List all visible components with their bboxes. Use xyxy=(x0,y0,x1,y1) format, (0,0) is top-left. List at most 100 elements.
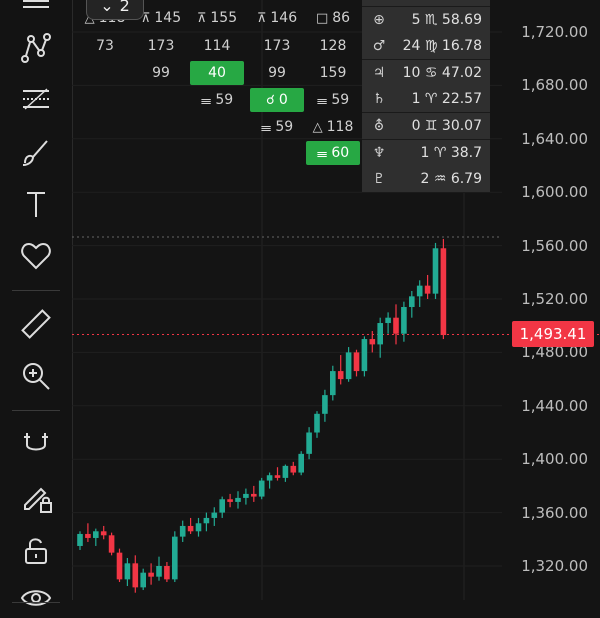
candle-up xyxy=(172,536,178,580)
candle-up xyxy=(409,296,415,308)
aspect-cell: 𝍢 59 xyxy=(250,115,304,139)
candle-up xyxy=(330,371,336,396)
planet-position: 1 ♈ 22.57 xyxy=(411,91,482,108)
indicator-count: 2 xyxy=(119,0,130,15)
aspect-value: 59 xyxy=(215,92,234,108)
candle-up xyxy=(93,531,99,538)
aspect-cell: 99 xyxy=(134,61,188,85)
candle-down xyxy=(353,352,360,372)
aspect-value: 60 xyxy=(331,145,350,161)
candle-up xyxy=(322,395,328,414)
candle-up xyxy=(314,413,320,433)
aspect-value: 99 xyxy=(152,65,170,81)
planet-symbol: ♀ xyxy=(362,0,396,1)
price-axis-label: 1,320.00 xyxy=(521,557,588,575)
candle-down xyxy=(187,525,194,532)
candle-down xyxy=(108,535,115,553)
text-tool-button[interactable] xyxy=(14,184,58,224)
aspect-glyph: ⊼ xyxy=(196,11,207,26)
indicator-toggle-badge[interactable]: ⌄ 2 xyxy=(86,0,144,20)
zoom-in-icon xyxy=(23,363,50,390)
ruler-tool-button[interactable] xyxy=(14,304,58,344)
candle-down xyxy=(440,248,447,336)
planet-position: 5 ♏ 58.69 xyxy=(411,11,482,28)
planet-position: 1 ♈ 38.7 xyxy=(420,144,482,161)
aspect-value: 118 xyxy=(326,119,354,135)
candle-up xyxy=(298,453,304,473)
candle-down xyxy=(424,285,431,294)
candle-down xyxy=(100,531,107,536)
planet-symbol: ⊕ xyxy=(373,11,385,28)
planet-symbol: ♃ xyxy=(372,64,386,81)
pattern-tool-button[interactable] xyxy=(14,28,58,68)
aspect-value: 114 xyxy=(203,38,231,54)
aspect-cell: △118 xyxy=(306,115,360,139)
drawing-toolbar xyxy=(0,0,73,606)
candle-down xyxy=(274,475,281,478)
aspect-value: 146 xyxy=(270,10,298,26)
aspect-value: 128 xyxy=(319,38,347,54)
aspect-value: 0 xyxy=(278,92,288,108)
aspect-value: 155 xyxy=(210,10,238,26)
candle-up xyxy=(140,572,146,588)
lock-drawing-tool-button[interactable] xyxy=(14,478,58,518)
trend-lines-icon xyxy=(23,0,49,8)
candle-up xyxy=(385,317,391,324)
candle-up xyxy=(235,497,241,502)
candle-up xyxy=(156,566,162,577)
brush-tool-button[interactable] xyxy=(14,132,58,172)
candle-up xyxy=(361,339,368,372)
aspect-cell: ☌ 0 xyxy=(250,88,304,112)
candle-up xyxy=(179,525,186,537)
unlock-icon xyxy=(25,538,47,564)
aspect-cell: 73 xyxy=(78,34,132,58)
aspect-glyph: 𝍢 xyxy=(260,120,272,135)
price-axis-label: 1,520.00 xyxy=(521,290,588,308)
aspect-glyph: 𝍢 xyxy=(316,146,328,161)
unlock-tool-button[interactable] xyxy=(14,530,58,570)
eye-tool-button[interactable] xyxy=(14,578,58,618)
aspect-cell: 𝍢 59 xyxy=(306,88,360,112)
aspect-table: △118⊼145⊼155⊼146□86731731141731289940991… xyxy=(78,0,363,170)
aspect-value: 159 xyxy=(319,65,347,81)
planet-row: ♇ 2 ♒ 6.79 xyxy=(362,166,490,194)
fib-tool-button[interactable] xyxy=(14,80,58,120)
magnet-tool-button[interactable] xyxy=(14,424,58,464)
price-axis-label: 1,440.00 xyxy=(521,396,588,415)
aspect-value: 173 xyxy=(263,38,291,54)
candle-down xyxy=(116,552,123,580)
aspect-cell: 128 xyxy=(306,34,360,58)
candle-up xyxy=(306,432,312,454)
aspect-value: 86 xyxy=(332,10,351,26)
price-axis-label: 1,640.00 xyxy=(521,129,588,148)
current-price-tag: 1,493.41 xyxy=(512,321,594,348)
planet-position-table: ♀16 ♏ 0.1 ⊕ 5 ♏ 58.69 ♂ 24 ♍ 16.78 ♃ 10 ♋ 47.0… xyxy=(362,0,490,194)
candle-up xyxy=(203,517,210,524)
aspect-cell: 173 xyxy=(250,34,304,58)
candle-down xyxy=(290,465,297,473)
text-icon xyxy=(27,192,45,217)
planet-row: ♆ 1 ♈ 38.7 xyxy=(362,139,490,167)
zoom-in-tool-button[interactable] xyxy=(14,356,58,396)
planet-position: 0 ♊ 30.07 xyxy=(411,118,482,134)
candle-up xyxy=(266,475,273,481)
candle-down xyxy=(227,499,233,502)
trend-lines-tool-button[interactable] xyxy=(14,0,58,30)
aspect-cell: 𝍢 60 xyxy=(306,141,360,165)
candle-down xyxy=(85,533,91,538)
planet-symbol: ♆ xyxy=(372,144,386,161)
aspect-value: 40 xyxy=(208,65,226,81)
heart-tool-button[interactable] xyxy=(14,236,58,276)
price-axis-label: 1,600.00 xyxy=(521,183,588,202)
brush-icon xyxy=(22,140,48,166)
planet-symbol: ♇ xyxy=(372,171,386,188)
planet-symbol: ⛢ xyxy=(373,118,385,134)
candle-up xyxy=(416,285,423,297)
candle-down xyxy=(369,339,376,345)
aspect-cell: 𝍢 59 xyxy=(190,88,244,112)
aspect-cell: 114 xyxy=(190,34,244,58)
planet-row: ♂ 24 ♍ 16.78 xyxy=(362,33,490,61)
aspect-glyph: 𝍢 xyxy=(316,93,328,108)
heart-icon xyxy=(21,242,51,270)
candle-down xyxy=(251,493,257,497)
